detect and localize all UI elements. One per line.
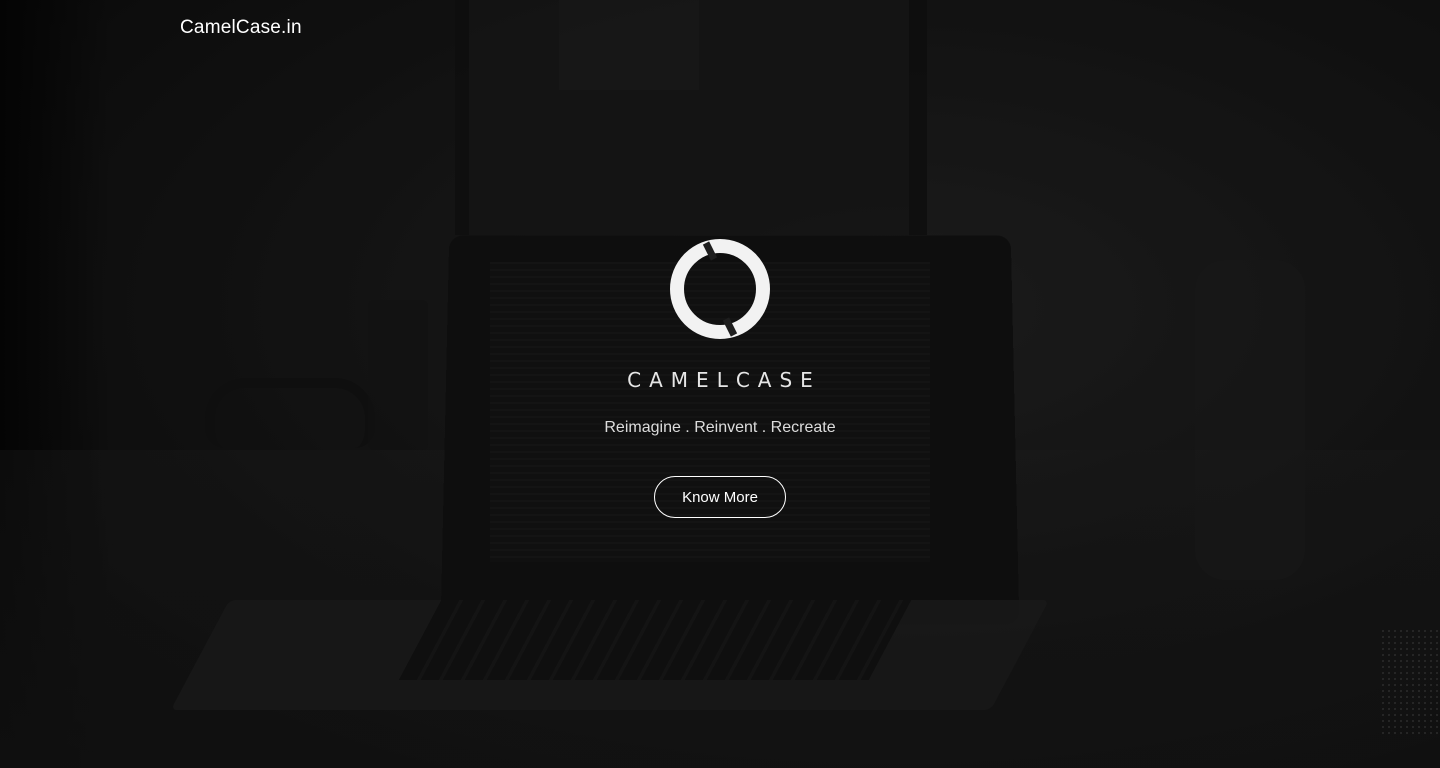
hero-section: CamelCase.in CAMELCASE Reimagine . Reinv… bbox=[0, 0, 1440, 768]
camelcase-logo-icon bbox=[670, 239, 770, 339]
hero-content: CAMELCASE Reimagine . Reinvent . Recreat… bbox=[0, 236, 1440, 518]
brand-link[interactable]: CamelCase.in bbox=[180, 17, 302, 39]
hero-tagline: Reimagine . Reinvent . Recreate bbox=[604, 419, 836, 436]
know-more-button[interactable]: Know More bbox=[654, 476, 786, 518]
logo-wordmark: CAMELCASE bbox=[627, 368, 821, 392]
